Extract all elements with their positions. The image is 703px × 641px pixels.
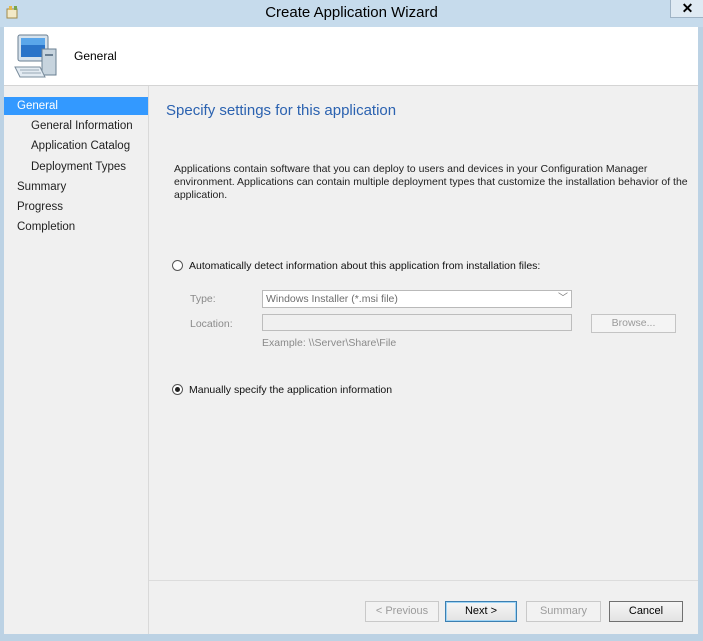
cancel-button[interactable]: Cancel bbox=[609, 601, 683, 622]
computer-icon bbox=[14, 34, 57, 78]
chevron-down-icon: ﹀ bbox=[558, 293, 568, 304]
page-heading: Specify settings for this application bbox=[166, 102, 397, 119]
location-label: Location: bbox=[190, 318, 233, 330]
wizard-footer: < Previous Next > Summary Cancel bbox=[149, 580, 698, 635]
close-button[interactable]: ✕ bbox=[670, 0, 703, 18]
window-title: Create Application Wizard bbox=[265, 4, 438, 21]
auto-detect-label[interactable]: Automatically detect information about t… bbox=[189, 260, 540, 272]
previous-button[interactable]: < Previous bbox=[365, 601, 439, 622]
header-title: General bbox=[74, 49, 117, 63]
nav-item-general-information[interactable]: General Information bbox=[4, 117, 148, 135]
type-select[interactable]: Windows Installer (*.msi file) ﹀ bbox=[262, 290, 572, 308]
close-icon: ✕ bbox=[681, 0, 694, 16]
window-bottom-border bbox=[0, 634, 703, 641]
wizard-header: General bbox=[4, 27, 698, 86]
browse-button[interactable]: Browse... bbox=[591, 314, 676, 333]
next-button[interactable]: Next > bbox=[445, 601, 517, 622]
page-description: Applications contain software that you c… bbox=[174, 163, 688, 201]
nav-item-deployment-types[interactable]: Deployment Types bbox=[4, 158, 148, 176]
wizard-window: Create Application Wizard ✕ General Gene… bbox=[0, 0, 703, 641]
nav-item-progress[interactable]: Progress bbox=[4, 198, 148, 216]
type-label: Type: bbox=[190, 293, 216, 305]
type-select-value: Windows Installer (*.msi file) bbox=[266, 293, 398, 305]
nav-item-general[interactable]: General bbox=[4, 97, 148, 115]
auto-detect-radio[interactable] bbox=[172, 260, 183, 271]
wizard-nav: General General Information Application … bbox=[4, 86, 149, 634]
nav-item-completion[interactable]: Completion bbox=[4, 218, 148, 236]
summary-button[interactable]: Summary bbox=[526, 601, 601, 622]
title-bar[interactable]: Create Application Wizard ✕ bbox=[0, 0, 703, 27]
location-input[interactable] bbox=[262, 314, 572, 331]
nav-item-summary[interactable]: Summary bbox=[4, 178, 148, 196]
wizard-content: Specify settings for this application Ap… bbox=[149, 86, 698, 580]
location-example: Example: \\Server\Share\File bbox=[262, 337, 397, 349]
manual-radio[interactable] bbox=[172, 384, 183, 395]
manual-label[interactable]: Manually specify the application informa… bbox=[189, 384, 392, 396]
nav-item-application-catalog[interactable]: Application Catalog bbox=[4, 137, 148, 155]
